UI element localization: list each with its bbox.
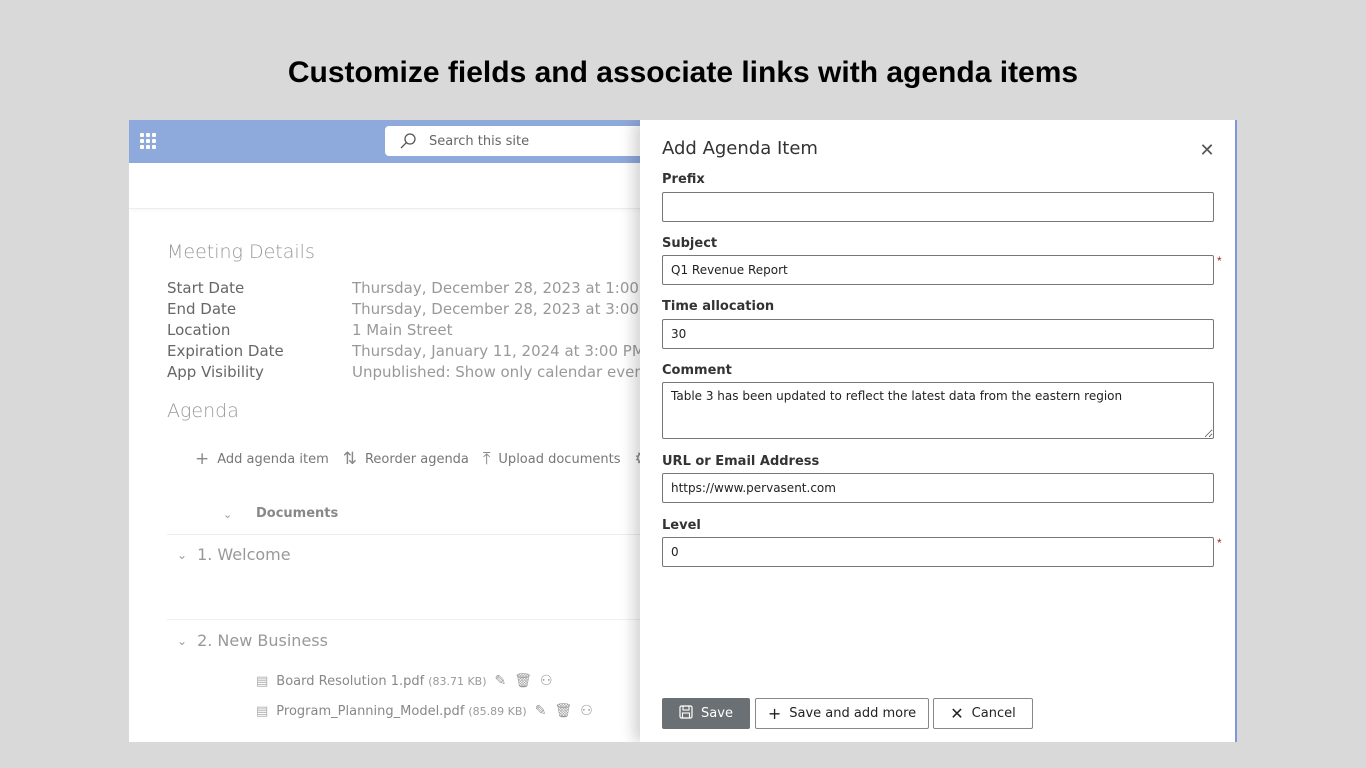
detail-label: Expiration Date [167,342,284,360]
url-label: URL or Email Address [662,454,820,469]
cancel-button[interactable]: ✕ Cancel [933,698,1033,729]
add-agenda-item-label: Add agenda item [217,451,329,467]
agenda-group-new-business[interactable]: ⌄ 2. New Business [167,631,667,650]
agenda-group-welcome[interactable]: ⌄ 1. Welcome [167,545,667,564]
detail-value: 1 Main Street [352,321,453,339]
comment-textarea[interactable]: Table 3 has been updated to reflect the … [662,382,1214,439]
detail-label: Location [167,321,231,339]
detail-row-location: Location 1 Main Street [167,321,452,342]
meeting-details-title: Meeting Details [167,241,315,263]
sharepoint-app: Meeting Details Start Date Thursday, Dec… [129,120,1237,742]
chevron-down-icon[interactable]: ⌄ [177,634,187,648]
detail-label: Start Date [167,279,245,297]
document-size: (85.89 KB) [468,704,527,718]
panel-title: Add Agenda Item [662,138,818,159]
prefix-input[interactable] [662,192,1214,222]
permissions-icon[interactable]: ⚇ [580,703,593,719]
detail-row-end-date: End Date Thursday, December 28, 2023 at … [167,300,666,321]
detail-value: Thursday, December 28, 2023 at 3:00 PM [352,300,666,318]
save-button-label: Save [701,706,733,721]
time-allocation-input[interactable] [662,319,1214,349]
upload-documents-label: Upload documents [498,451,621,467]
detail-row-app-visibility: App Visibility Unpublished: Show only ca… [167,363,650,384]
group-label: 2. New Business [197,631,328,650]
subject-label: Subject [662,236,718,251]
edit-icon[interactable]: ✎ [535,703,547,719]
pdf-file-icon: ▤ [256,673,269,689]
sort-icon: ⇅ [342,449,357,469]
plus-icon: + [767,704,782,723]
save-button[interactable]: Save [662,698,750,729]
chevron-down-icon[interactable]: ⌄ [177,548,187,562]
url-input[interactable] [662,473,1214,503]
time-allocation-label: Time allocation [662,299,775,314]
agenda-command-bar: + Add agenda item ⇅ Reorder agenda ⤒ Upl… [195,449,689,469]
required-marker: * [1217,536,1222,550]
chevron-down-icon: ⌄ [223,508,233,521]
document-row: ▤ Program_Planning_Model.pdf (85.89 KB) … [256,703,593,719]
document-row: ▤ Board Resolution 1.pdf (83.71 KB) ✎ 🗑 … [256,673,553,689]
document-link[interactable]: Board Resolution 1.pdf [276,674,424,689]
group-divider [167,619,667,620]
permissions-icon[interactable]: ⚇ [540,673,553,689]
detail-value: Thursday, January 11, 2024 at 3:00 PM [352,342,645,360]
pdf-file-icon: ▤ [256,703,269,719]
search-icon [400,133,416,149]
upload-documents-button[interactable]: ⤒ Upload documents [483,449,621,469]
add-agenda-item-button[interactable]: + Add agenda item [195,449,329,469]
subject-input[interactable] [662,255,1214,285]
required-marker: * [1217,254,1222,268]
reorder-agenda-label: Reorder agenda [364,451,469,467]
column-header-label: Documents [256,506,339,521]
detail-row-expiration-date: Expiration Date Thursday, January 11, 20… [167,342,645,363]
document-size: (83.71 KB) [428,674,487,688]
comment-label: Comment [662,363,732,378]
close-icon: ✕ [950,704,964,723]
save-and-add-more-button[interactable]: + Save and add more [755,698,929,729]
detail-value: Thursday, December 28, 2023 at 1:00 PM [352,279,666,297]
detail-label: App Visibility [167,363,264,381]
add-agenda-item-panel: Add Agenda Item ✕ Prefix Subject * Time … [640,120,1237,742]
detail-label: End Date [167,300,237,318]
app-launcher-icon[interactable] [140,133,156,149]
plus-icon: + [195,449,210,469]
edit-icon[interactable]: ✎ [495,673,507,689]
cancel-button-label: Cancel [971,706,1016,721]
upload-icon: ⤒ [482,449,491,469]
group-label: 1. Welcome [197,545,291,564]
delete-icon[interactable]: 🗑 [514,673,532,689]
save-and-add-more-label: Save and add more [789,706,917,721]
prefix-label: Prefix [662,172,705,187]
document-link[interactable]: Program_Planning_Model.pdf [276,704,464,719]
reorder-agenda-button[interactable]: ⇅ Reorder agenda [343,449,469,469]
level-label: Level [662,518,701,533]
level-input[interactable] [662,537,1214,567]
agenda-title: Agenda [167,400,239,422]
delete-icon[interactable]: 🗑 [554,703,572,719]
documents-column-header[interactable]: ⌄ Documents [167,505,667,535]
detail-value: Unpublished: Show only calendar event [352,363,650,381]
detail-row-start-date: Start Date Thursday, December 28, 2023 a… [167,279,666,300]
save-icon [679,704,693,723]
page-heading: Customize fields and associate links wit… [287,56,1079,89]
close-icon[interactable]: ✕ [1197,140,1217,160]
